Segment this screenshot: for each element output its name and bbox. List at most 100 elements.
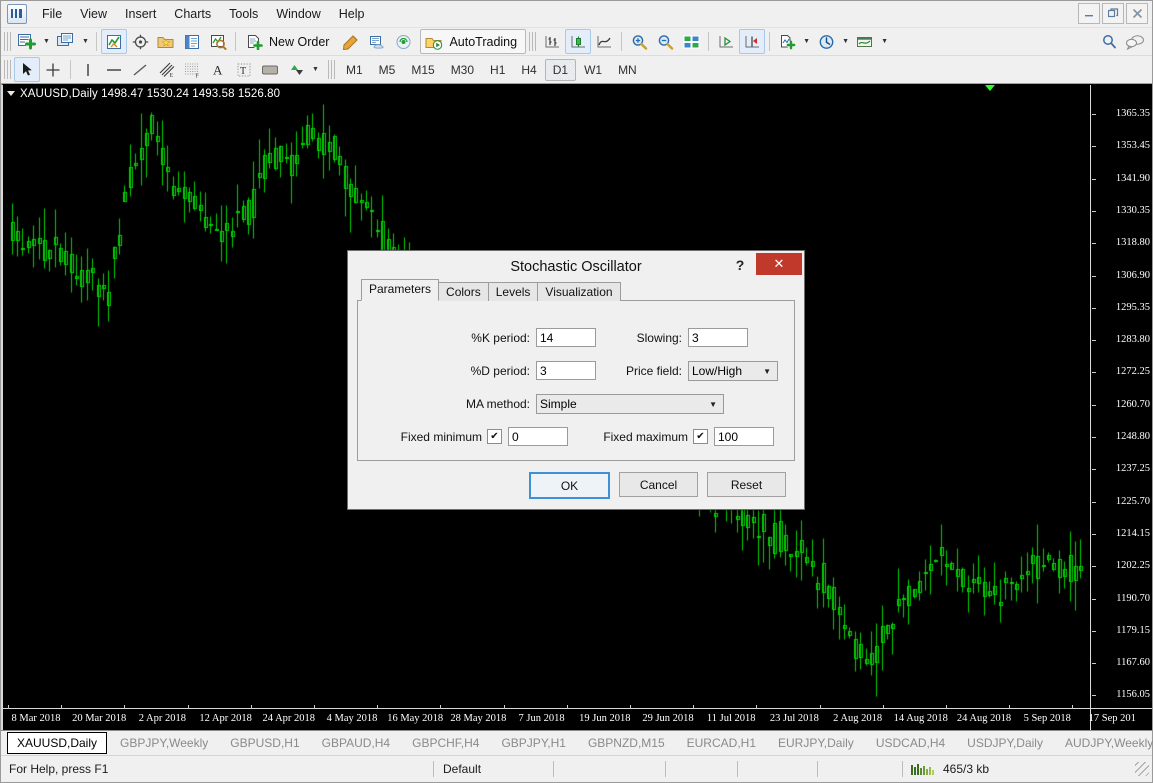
zoom-in-icon[interactable] [626,29,652,54]
resize-grip[interactable] [1135,762,1149,776]
timeframe-w1[interactable]: W1 [576,59,610,81]
chart-tab-gbpaud-h4[interactable]: GBPAUD,H4 [311,731,401,755]
text-label-icon[interactable]: T [231,57,257,82]
line-chart-icon[interactable] [591,29,617,54]
chart-window-dropdown-icon[interactable]: ▼ [79,29,92,54]
navigator-icon[interactable] [127,29,153,54]
strategy-tester-icon[interactable] [205,29,231,54]
chart-shift-icon[interactable] [739,29,766,54]
timeframe-mn[interactable]: MN [610,59,645,81]
candlestick-chart-icon[interactable] [565,29,592,54]
cursor-icon[interactable] [14,57,40,82]
dialog-close-button[interactable]: ✕ [756,253,802,275]
reset-button[interactable]: Reset [707,472,786,497]
shapes-icon[interactable] [257,57,283,82]
equidistant-channel-icon[interactable]: E [153,57,179,82]
chart-collapse-icon[interactable] [7,91,15,96]
chart-tab-gbpchf-h4[interactable]: GBPCHF,H4 [401,731,490,755]
dialog-help-button[interactable]: ? [729,254,751,276]
market-watch-icon[interactable] [101,29,127,54]
period-dropdown-icon[interactable]: ▼ [839,29,852,54]
chat-icon[interactable] [1122,29,1148,54]
tab-parameters[interactable]: Parameters [361,279,440,301]
templates-dropdown-icon[interactable]: ▼ [878,29,891,54]
toolbar-grip[interactable] [4,32,11,51]
date-axis[interactable]: 8 Mar 2018 20 Mar 2018 2 Apr 2018 12 Apr 20… [3,705,1152,730]
toolbar-grip-2[interactable] [529,32,537,51]
slowing-input[interactable] [688,328,748,347]
menu-charts[interactable]: Charts [165,3,220,25]
k-period-input[interactable] [536,328,596,347]
menu-insert[interactable]: Insert [116,3,165,25]
menu-view[interactable]: View [71,3,116,25]
autotrading-button[interactable]: AutoTrading [420,29,527,54]
price-axis[interactable]: 1365.35 1353.45 1341.90 1330.35 1318.80 1306.… [1090,85,1152,730]
close-button[interactable] [1126,3,1148,24]
new-order-button[interactable]: New Order [240,29,338,54]
fibonacci-retracement-icon[interactable]: F [179,57,205,82]
timeframe-m30[interactable]: M30 [443,59,482,81]
terminal-icon[interactable] [179,29,205,54]
mql5-community-icon[interactable] [364,29,390,54]
ma-method-select[interactable]: Simple ▼ [536,394,724,414]
fixed-maximum-checkbox[interactable]: ✔ [693,429,708,444]
tab-visualization[interactable]: Visualization [537,282,621,301]
drawing-toolbar-grip[interactable] [4,60,11,79]
trendline-icon[interactable] [127,57,153,82]
crosshair-icon[interactable] [40,57,66,82]
chart-tab-usdjpy-daily[interactable]: USDJPY,Daily [956,731,1054,755]
d-period-input[interactable] [536,361,596,380]
chart-tab-gbpjpy-weekly[interactable]: GBPJPY,Weekly [109,731,219,755]
fixed-minimum-checkbox[interactable]: ✔ [487,429,502,444]
metaeditor-icon[interactable] [338,29,364,54]
chart-tab-audjpy-weekly[interactable]: AUDJPY,Weekly [1054,731,1153,755]
timeframe-m15[interactable]: M15 [403,59,442,81]
chart-tab-xauusd-daily[interactable]: XAUUSD,Daily [7,732,108,754]
fixed-minimum-input[interactable] [508,427,568,446]
zoom-out-icon[interactable] [652,29,678,54]
templates-icon[interactable] [852,29,878,54]
period-icon[interactable] [813,29,839,54]
indicators-icon[interactable] [774,29,800,54]
ok-button[interactable]: OK [529,472,610,499]
chart-tab-eurjpy-daily[interactable]: EURJPY,Daily [767,731,865,755]
chart-tab-usdcad-h4[interactable]: USDCAD,H4 [865,731,956,755]
price-field-select[interactable]: Low/High ▼ [688,361,778,381]
status-profile[interactable]: Default [433,761,553,777]
text-icon[interactable]: A [205,57,231,82]
timeframe-m5[interactable]: M5 [371,59,404,81]
new-chart-icon[interactable] [14,29,40,54]
tab-colors[interactable]: Colors [438,282,489,301]
tab-levels[interactable]: Levels [487,282,539,301]
data-folder-icon[interactable] [153,29,179,54]
timeframe-h4[interactable]: H4 [513,59,544,81]
signals-icon[interactable] [390,29,416,54]
timeframe-d1[interactable]: D1 [544,58,577,81]
bar-chart-icon[interactable] [539,29,565,54]
menu-help[interactable]: Help [330,3,374,25]
chart-tab-gbpusd-h1[interactable]: GBPUSD,H1 [219,731,310,755]
restore-button[interactable] [1102,3,1124,24]
vertical-line-icon[interactable] [75,57,101,82]
chart-tab-gbpnzd-m15[interactable]: GBPNZD,M15 [577,731,676,755]
chart-tab-eurcad-h1[interactable]: EURCAD,H1 [676,731,767,755]
fixed-maximum-input[interactable] [714,427,774,446]
cancel-button[interactable]: Cancel [619,472,698,497]
auto-scroll-icon[interactable] [713,29,739,54]
tile-windows-icon[interactable] [678,29,704,54]
arrows-icon[interactable] [283,57,309,82]
chart-tab-gbpjpy-h1[interactable]: GBPJPY,H1 [490,731,576,755]
menu-file[interactable]: File [33,3,71,25]
timeframe-h1[interactable]: H1 [482,59,513,81]
horizontal-line-icon[interactable] [101,57,127,82]
indicators-dropdown-icon[interactable]: ▼ [800,29,813,54]
arrows-dropdown-icon[interactable]: ▼ [309,57,322,82]
new-chart-dropdown-icon[interactable]: ▼ [40,29,53,54]
chart-window-icon[interactable] [53,29,79,54]
timeframe-grip[interactable] [328,60,335,79]
search-icon[interactable] [1096,29,1122,54]
menu-window[interactable]: Window [267,3,329,25]
menu-tools[interactable]: Tools [220,3,267,25]
timeframe-m1[interactable]: M1 [338,59,371,81]
minimize-button[interactable] [1078,3,1100,24]
